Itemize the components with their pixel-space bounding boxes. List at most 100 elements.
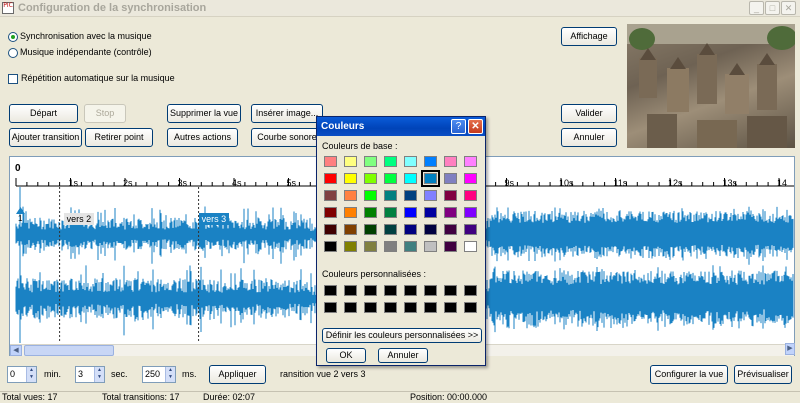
basic-color-swatch[interactable] <box>344 190 357 201</box>
basic-color-swatch[interactable] <box>444 241 457 252</box>
basic-color-swatch[interactable] <box>384 173 397 184</box>
basic-color-swatch[interactable] <box>344 241 357 252</box>
basic-color-swatch[interactable] <box>364 241 377 252</box>
basic-color-swatch[interactable] <box>364 173 377 184</box>
configure-view-button[interactable]: Configurer la vue <box>650 365 728 384</box>
basic-color-swatch[interactable] <box>344 207 357 218</box>
other-actions-button[interactable]: Autres actions <box>167 128 238 147</box>
basic-color-swatch[interactable] <box>324 156 337 167</box>
custom-color-swatch[interactable] <box>364 285 377 296</box>
preview-button[interactable]: Prévisualiser <box>734 365 792 384</box>
basic-color-swatch[interactable] <box>384 224 397 235</box>
basic-color-swatch[interactable] <box>424 190 437 201</box>
insert-image-button[interactable]: Insérer image... <box>251 104 323 123</box>
basic-color-swatch[interactable] <box>364 190 377 201</box>
seconds-spinner-icon[interactable]: ▲ ▼ <box>94 367 104 382</box>
basic-color-swatch[interactable] <box>404 190 417 201</box>
basic-color-swatch[interactable] <box>464 241 477 252</box>
basic-color-swatch[interactable] <box>344 173 357 184</box>
add-transition-button[interactable]: Ajouter transition <box>9 128 82 147</box>
radio-icon[interactable] <box>8 31 18 42</box>
radio-icon[interactable] <box>8 47 18 58</box>
delete-view-button[interactable]: Supprimer la vue <box>167 104 241 123</box>
custom-color-swatch[interactable] <box>344 285 357 296</box>
basic-color-swatch[interactable] <box>384 190 397 201</box>
option-auto-repeat[interactable]: Répétition automatique sur la musique <box>8 72 175 84</box>
basic-color-swatch[interactable] <box>464 173 477 184</box>
validate-button[interactable]: Valider <box>561 104 617 123</box>
basic-color-swatch[interactable] <box>404 207 417 218</box>
ok-button[interactable]: OK <box>326 348 366 363</box>
cancel-button[interactable]: Annuler <box>561 128 617 147</box>
basic-color-swatch[interactable] <box>464 190 477 201</box>
milliseconds-input[interactable]: 250 ▲ ▼ <box>142 366 176 383</box>
basic-color-swatch[interactable] <box>324 241 337 252</box>
basic-color-swatch[interactable] <box>324 173 337 184</box>
display-button[interactable]: Affichage <box>561 27 617 46</box>
minutes-spinner-icon[interactable]: ▲ ▼ <box>26 367 36 382</box>
basic-color-swatch[interactable] <box>464 156 477 167</box>
basic-color-swatch[interactable] <box>384 156 397 167</box>
custom-color-swatch[interactable] <box>384 302 397 313</box>
basic-color-swatch[interactable] <box>464 207 477 218</box>
custom-color-swatch[interactable] <box>444 302 457 313</box>
help-icon[interactable]: ? <box>451 119 466 134</box>
seconds-input[interactable]: 3 ▲ ▼ <box>75 366 105 383</box>
basic-color-swatch[interactable] <box>424 156 437 167</box>
basic-color-swatch[interactable] <box>444 173 457 184</box>
basic-color-swatch[interactable] <box>324 207 337 218</box>
basic-color-swatch[interactable] <box>424 207 437 218</box>
color-dialog[interactable]: Couleurs ? ✕ Couleurs de base : Couleurs… <box>316 116 486 366</box>
basic-color-swatch[interactable] <box>404 173 417 184</box>
minutes-input[interactable]: 0 ▲ ▼ <box>7 366 37 383</box>
scroll-right-arrow-icon[interactable]: ▶ <box>785 343 795 355</box>
dialog-cancel-button[interactable]: Annuler <box>378 348 428 363</box>
custom-color-swatch[interactable] <box>324 285 337 296</box>
basic-color-swatch[interactable] <box>424 224 437 235</box>
basic-color-swatch[interactable] <box>384 207 397 218</box>
apply-button[interactable]: Appliquer <box>209 365 266 384</box>
basic-color-swatch[interactable] <box>324 190 337 201</box>
basic-color-swatch[interactable] <box>404 241 417 252</box>
milliseconds-spinner-icon[interactable]: ▲ ▼ <box>165 367 175 382</box>
basic-color-swatch[interactable] <box>444 207 457 218</box>
basic-color-swatch[interactable] <box>444 156 457 167</box>
remove-point-button[interactable]: Retirer point <box>85 128 153 147</box>
basic-color-swatch[interactable] <box>404 156 417 167</box>
basic-color-swatch[interactable] <box>364 224 377 235</box>
custom-color-swatch[interactable] <box>404 302 417 313</box>
option-independent-music[interactable]: Musique indépendante (contrôle) <box>8 46 152 58</box>
custom-color-swatch[interactable] <box>344 302 357 313</box>
custom-color-swatch[interactable] <box>404 285 417 296</box>
basic-color-swatch[interactable] <box>344 224 357 235</box>
custom-color-swatch[interactable] <box>464 302 477 313</box>
basic-color-swatch[interactable] <box>364 207 377 218</box>
define-custom-colors-button[interactable]: Définir les couleurs personnalisées >> <box>322 328 482 343</box>
basic-color-swatch[interactable] <box>344 156 357 167</box>
custom-color-swatch[interactable] <box>424 302 437 313</box>
custom-color-swatch[interactable] <box>424 285 437 296</box>
stop-button[interactable]: Stop <box>84 104 126 123</box>
basic-color-swatch[interactable] <box>464 224 477 235</box>
basic-color-swatch[interactable] <box>404 224 417 235</box>
sound-curve-button[interactable]: Courbe sonore <box>251 128 323 147</box>
close-icon[interactable]: ✕ <box>468 119 483 134</box>
option-sync-music[interactable]: Synchronisation avec la musique <box>8 30 152 42</box>
maximize-button[interactable]: □ <box>765 1 780 15</box>
custom-color-swatch[interactable] <box>324 302 337 313</box>
custom-color-swatch[interactable] <box>464 285 477 296</box>
basic-color-swatch[interactable] <box>424 241 437 252</box>
basic-color-swatch[interactable] <box>444 190 457 201</box>
minimize-button[interactable]: _ <box>749 1 764 15</box>
transition-marker-label[interactable]: vers 2 <box>63 213 95 225</box>
custom-color-swatch[interactable] <box>384 285 397 296</box>
basic-color-swatch[interactable] <box>384 241 397 252</box>
scroll-left-arrow-icon[interactable]: ◀ <box>10 345 22 356</box>
checkbox-icon[interactable] <box>8 73 18 84</box>
basic-color-swatch[interactable] <box>421 170 440 187</box>
custom-color-swatch[interactable] <box>364 302 377 313</box>
custom-color-swatch[interactable] <box>444 285 457 296</box>
scroll-thumb[interactable] <box>24 345 114 356</box>
basic-color-swatch[interactable] <box>364 156 377 167</box>
transition-marker-label[interactable]: vers 3 <box>198 213 230 225</box>
